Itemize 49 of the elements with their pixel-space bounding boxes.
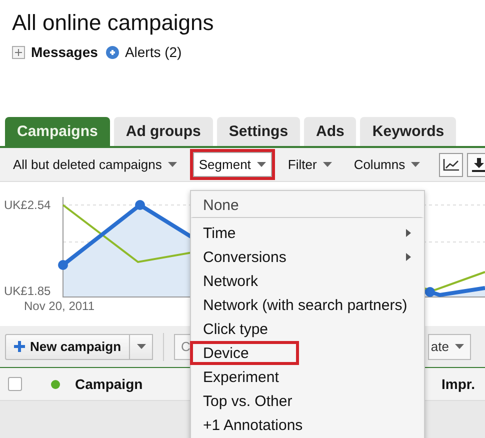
download-icon [472, 158, 485, 172]
tab[interactable]: Keywords [360, 117, 456, 146]
expand-icon[interactable] [12, 46, 25, 58]
tab[interactable]: Campaigns [5, 117, 110, 146]
segment-menu-item[interactable]: None [190, 191, 424, 218]
toolbar-dropdown[interactable]: Segment [190, 149, 275, 180]
segment-menu-item[interactable]: Experiment [190, 365, 424, 389]
info-icon [106, 46, 119, 58]
axis-label: UK£1.85 [4, 284, 51, 298]
submenu-arrow-icon [406, 229, 411, 237]
toolbar-dropdown[interactable]: ate [428, 334, 471, 360]
tab[interactable]: Settings [216, 117, 300, 146]
data-point [425, 287, 435, 297]
axis-label: Nov 20, 2011 [24, 299, 94, 313]
segment-menu-item[interactable]: +1 Annotations [190, 413, 424, 437]
status-dot [51, 380, 60, 388]
data-point [58, 260, 68, 270]
new-campaign-button[interactable]: New campaign [5, 334, 130, 360]
select-all-checkbox[interactable] [8, 377, 22, 391]
line-chart-icon [443, 158, 460, 170]
segment-menu-item[interactable]: Time [190, 221, 424, 245]
caret-icon [411, 162, 420, 167]
segment-menu-item[interactable]: Network (with search partners) [190, 293, 424, 317]
page-title: All online campaigns [12, 10, 215, 36]
caret-icon [455, 344, 464, 349]
submenu-arrow-icon [406, 253, 411, 261]
toolbar-dropdown[interactable]: Filter [278, 149, 341, 180]
segment-menu-item[interactable]: Conversions [190, 245, 424, 269]
caret-icon [322, 162, 332, 167]
toolbar-dropdown[interactable]: Columns [344, 149, 430, 180]
toolbar-dropdown[interactable]: All but deleted campaigns [4, 149, 186, 180]
caret-icon [256, 162, 266, 167]
caret-icon [168, 162, 177, 167]
plus-icon [14, 341, 25, 352]
tab[interactable]: Ads [304, 117, 356, 146]
alerts-link[interactable]: Alerts (2) [124, 44, 182, 60]
column-header[interactable]: Campaign [75, 376, 143, 392]
messages-label: Messages [31, 44, 98, 60]
tab[interactable]: Ad groups [114, 117, 213, 146]
segment-menu-item[interactable]: Network [190, 269, 424, 293]
column-header[interactable]: Impr. [442, 376, 475, 392]
segment-menu-item[interactable]: Device [190, 341, 299, 365]
more-button[interactable] [130, 334, 154, 360]
download-button[interactable] [467, 152, 485, 176]
axis-label: UK£2.54 [4, 198, 51, 212]
data-point [135, 200, 145, 210]
line-chart-button[interactable] [439, 152, 464, 176]
caret-icon [136, 344, 146, 349]
segment-menu-item[interactable]: Top vs. Other [190, 389, 424, 413]
